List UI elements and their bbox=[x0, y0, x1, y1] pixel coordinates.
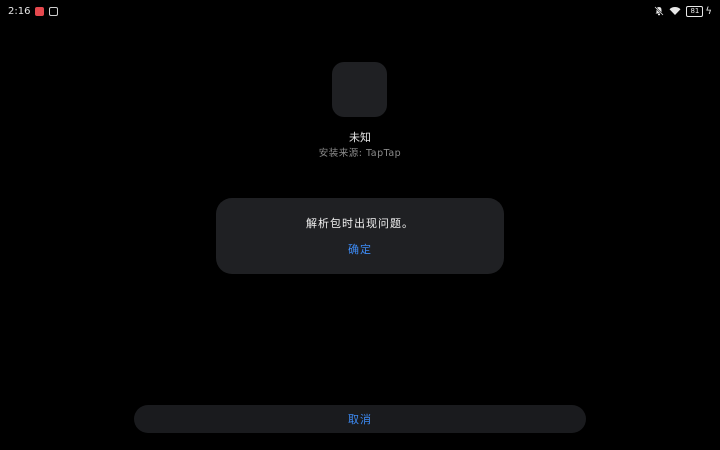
notification-app-icon bbox=[35, 6, 45, 16]
package-installer-screen: 2:16 81 ϟ 未知 安装来源: TapTap 解析包时出现问题。 确定 取… bbox=[0, 0, 720, 450]
app-name: 未知 bbox=[349, 131, 371, 144]
charging-bolt-icon: ϟ bbox=[705, 5, 712, 17]
app-icon-placeholder bbox=[332, 62, 387, 117]
install-source: 安装来源: TapTap bbox=[318, 148, 402, 159]
status-time: 2:16 bbox=[8, 5, 31, 17]
bell-muted-icon bbox=[654, 6, 665, 16]
error-dialog: 解析包时出现问题。 确定 bbox=[216, 198, 504, 274]
battery-level: 81 bbox=[686, 5, 704, 17]
wifi-icon bbox=[669, 7, 681, 15]
cancel-button[interactable]: 取消 bbox=[134, 405, 586, 433]
status-bar: 2:16 81 ϟ bbox=[0, 0, 720, 22]
confirm-button[interactable]: 确定 bbox=[310, 240, 410, 258]
status-left: 2:16 bbox=[8, 5, 59, 17]
dialog-message: 解析包时出现问题。 bbox=[306, 217, 414, 230]
status-right: 81 ϟ bbox=[654, 5, 712, 17]
battery-indicator: 81 ϟ bbox=[686, 5, 712, 17]
notification-camera-icon bbox=[49, 6, 59, 16]
